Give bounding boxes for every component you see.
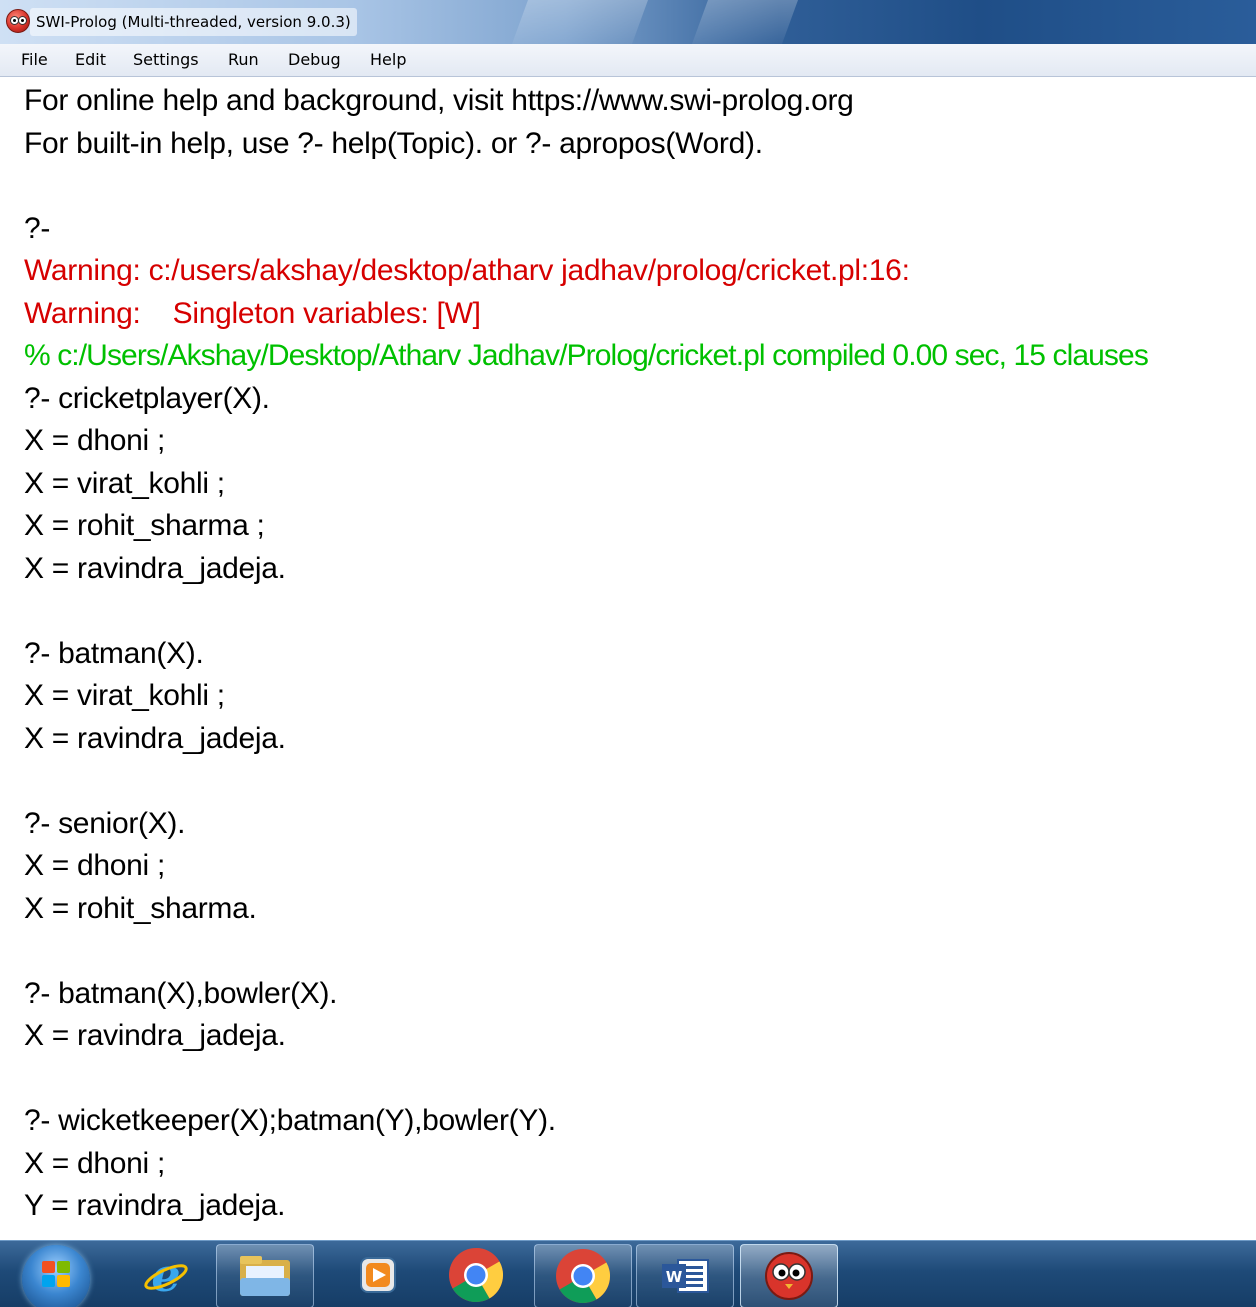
console-line: For built-in help, use ?- help(Topic). o… — [24, 126, 763, 160]
menu-help[interactable]: Help — [370, 44, 406, 76]
console-line: X = dhoni ; — [24, 1146, 165, 1180]
taskbar-swi-prolog-button[interactable] — [740, 1244, 838, 1307]
taskbar: e W — [0, 1240, 1256, 1307]
console-line: X = virat_kohli ; — [24, 679, 225, 712]
svg-text:W: W — [666, 1268, 683, 1286]
chrome-icon — [449, 1248, 504, 1303]
console-line: ?- batman(X),bowler(X). — [24, 976, 338, 1010]
menu-run[interactable]: Run — [228, 44, 259, 76]
console-warning-line: Warning: c:/users/akshay/desktop/atharv … — [24, 254, 910, 287]
taskbar-chrome-button-2[interactable] — [534, 1244, 632, 1307]
window-title-container: SWI-Prolog (Multi-threaded, version 9.0.… — [30, 8, 357, 36]
windows-start-icon[interactable] — [22, 1245, 90, 1307]
taskbar-ie-button[interactable]: e — [118, 1244, 214, 1306]
console-line: Y = ravindra_jadeja. — [24, 1189, 286, 1222]
console-line: X = ravindra_jadeja. — [24, 721, 286, 755]
taskbar-explorer-button[interactable] — [216, 1244, 314, 1307]
console-line: X = dhoni ; — [24, 424, 165, 457]
console-line: X = rohit_sharma. — [24, 891, 257, 925]
menu-debug[interactable]: Debug — [288, 44, 341, 76]
console-status-line: % c:/Users/Akshay/Desktop/Atharv Jadhav/… — [24, 339, 1149, 372]
taskbar-word-button[interactable]: W — [636, 1244, 734, 1307]
media-player-icon — [360, 1257, 396, 1293]
menu-edit[interactable]: Edit — [75, 44, 106, 76]
console-line: X = rohit_sharma ; — [24, 509, 265, 542]
window-title: SWI-Prolog (Multi-threaded, version 9.0.… — [36, 13, 351, 31]
console-line: ?- wicketkeeper(X);batman(Y),bowler(Y). — [24, 1104, 556, 1137]
file-explorer-icon — [240, 1256, 290, 1296]
console-warning-line: Warning: Singleton variables: [W] — [24, 296, 481, 330]
console-line: ?- batman(X). — [24, 636, 204, 670]
title-bar-glass — [691, 0, 799, 44]
prolog-console[interactable]: For online help and background, visit ht… — [0, 77, 1256, 1240]
menu-settings[interactable]: Settings — [133, 44, 199, 76]
console-line: ?- senior(X). — [24, 806, 186, 840]
console-line: For online help and background, visit ht… — [24, 84, 854, 117]
word-icon: W — [662, 1259, 709, 1293]
console-line: X = virat_kohli ; — [24, 466, 225, 500]
console-line: ?- — [24, 211, 51, 245]
internet-explorer-icon: e — [144, 1251, 188, 1299]
chrome-icon — [556, 1249, 611, 1304]
title-bar[interactable]: SWI-Prolog (Multi-threaded, version 9.0.… — [0, 0, 1256, 44]
menu-bar: File Edit Settings Run Debug Help — [0, 44, 1256, 77]
menu-file[interactable]: File — [21, 44, 48, 76]
console-line: ?- cricketplayer(X). — [24, 381, 270, 415]
console-line: X = dhoni ; — [24, 849, 165, 882]
taskbar-chrome-button[interactable] — [428, 1244, 524, 1306]
swi-prolog-icon[interactable] — [6, 9, 30, 33]
swi-prolog-icon — [765, 1252, 813, 1300]
title-bar-glass — [511, 0, 649, 44]
console-line: X = ravindra_jadeja. — [24, 551, 286, 585]
console-line: X = ravindra_jadeja. — [24, 1019, 286, 1052]
taskbar-media-player-button[interactable] — [330, 1244, 426, 1306]
